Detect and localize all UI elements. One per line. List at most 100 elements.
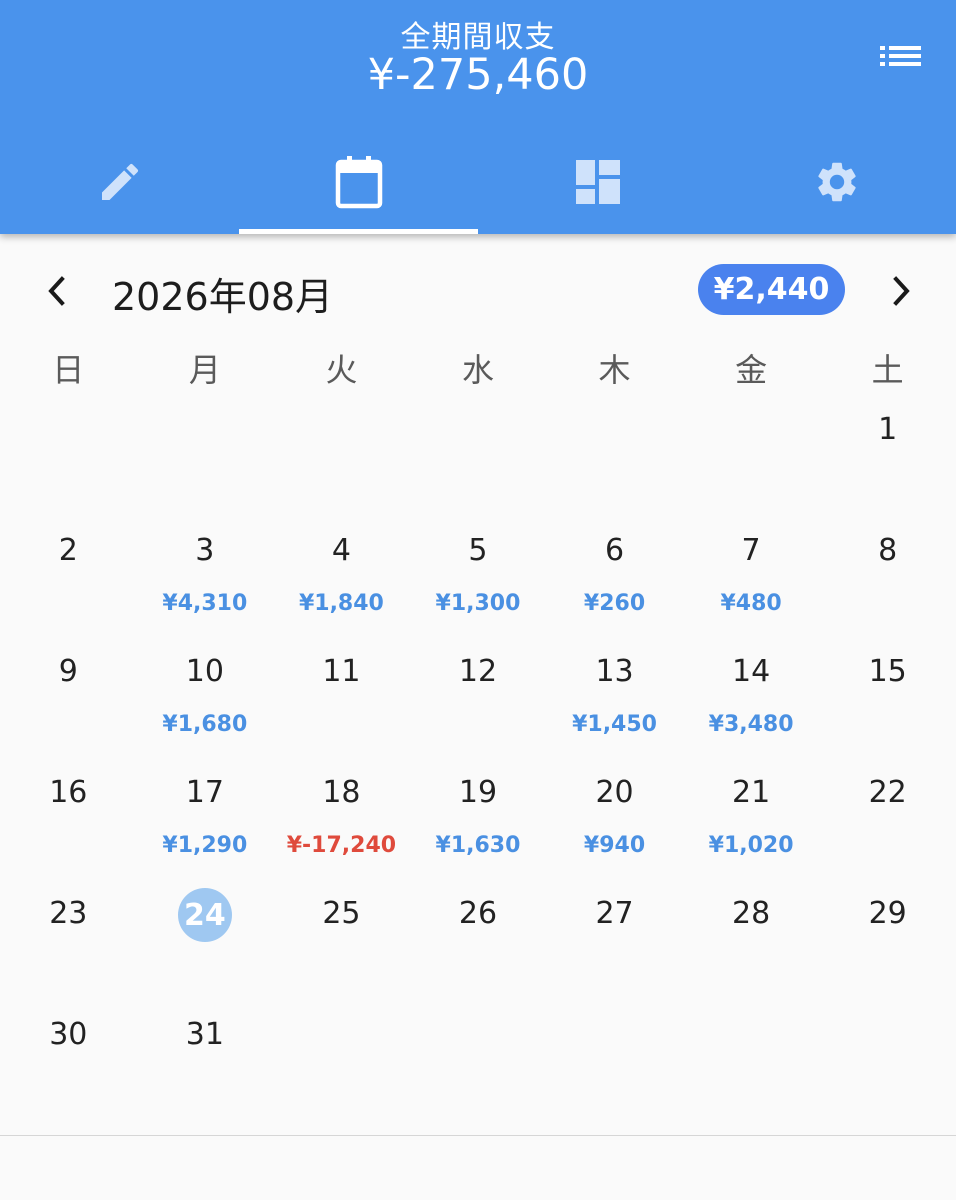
calendar-week-row: 9 10 ¥1,680 11 12 13 ¥1,450 14 ¥3,480 15: [0, 642, 956, 763]
day-number: 20: [595, 775, 634, 810]
calendar-empty-cell: [410, 1005, 547, 1126]
prev-month-button[interactable]: [36, 270, 78, 312]
day-amount: ¥1,680: [162, 712, 248, 737]
calendar-empty-cell: [546, 1005, 683, 1126]
weekday-label: 木: [598, 351, 631, 389]
calendar-day-cell[interactable]: 20 ¥940: [546, 763, 683, 884]
calendar-day-cell[interactable]: 16: [0, 763, 137, 884]
day-amount: ¥260: [583, 591, 646, 616]
calendar-day-cell[interactable]: 22: [819, 763, 956, 884]
calendar-day-cell[interactable]: 26: [410, 884, 547, 1005]
day-number: 27: [595, 896, 634, 931]
calendar-day-cell[interactable]: 9: [0, 642, 137, 763]
day-number: 26: [458, 896, 498, 931]
day-number: 4: [331, 533, 351, 568]
calendar-day-cell[interactable]: 13 ¥1,450: [546, 642, 683, 763]
tab-input[interactable]: [0, 130, 239, 234]
day-number: 5: [468, 533, 488, 568]
chevron-right-icon: [893, 276, 910, 306]
tab-dashboard[interactable]: [478, 130, 717, 234]
day-number: 11: [322, 654, 361, 689]
weekday-label: 土: [871, 351, 904, 389]
today-day-number: 24: [177, 888, 232, 942]
next-month-button[interactable]: [880, 270, 922, 312]
calendar-day-cell[interactable]: 1: [819, 400, 956, 521]
weekday-label: 日: [52, 351, 85, 389]
calendar-day-cell[interactable]: 5 ¥1,300: [410, 521, 547, 642]
day-number: 16: [49, 775, 88, 810]
gear-icon: [817, 162, 856, 202]
day-number: 18: [322, 775, 361, 810]
calendar-day-cell[interactable]: 18 ¥-17,240: [273, 763, 410, 884]
calendar-day-cell[interactable]: 17 ¥1,290: [137, 763, 274, 884]
calendar-day-cell[interactable]: 27: [546, 884, 683, 1005]
day-number: 6: [604, 533, 625, 568]
tab-settings[interactable]: [717, 130, 956, 234]
day-number: 1: [878, 412, 898, 447]
calendar-day-cell[interactable]: 2: [0, 521, 137, 642]
calendar-day-cell[interactable]: 29: [819, 884, 956, 1005]
calendar-day-cell[interactable]: 25: [273, 884, 410, 1005]
calendar-week-row: 1: [0, 400, 956, 521]
day-amount: ¥1,290: [162, 833, 248, 858]
calendar-day-cell[interactable]: 11: [273, 642, 410, 763]
weekday-label: 水: [461, 351, 494, 389]
calendar-day-cell[interactable]: 3 ¥4,310: [137, 521, 274, 642]
day-amount: ¥4,310: [162, 591, 248, 616]
pencil-icon: [101, 163, 138, 200]
calendar-day-cell[interactable]: 6 ¥260: [546, 521, 683, 642]
weekday-label: 火: [325, 351, 358, 389]
total-balance-value: ¥-275,460: [367, 50, 589, 100]
month-total-badge: ¥2,440: [698, 264, 845, 315]
list-icon[interactable]: [874, 40, 926, 76]
calendar-day-cell[interactable]: 23: [0, 884, 137, 1005]
calendar-day-cell[interactable]: 8: [819, 521, 956, 642]
calendar-week-row: 2 3 ¥4,310 4 ¥1,840 5 ¥1,300 6 ¥260 7 ¥480 8: [0, 521, 956, 642]
day-number: 15: [868, 654, 907, 689]
calendar-day-cell[interactable]: 30: [0, 1005, 137, 1126]
calendar-week-row: 30 31: [0, 1005, 956, 1126]
day-number: 13: [595, 654, 634, 689]
calendar-empty-cell: [683, 1005, 820, 1126]
calendar-day-cell[interactable]: 31: [137, 1005, 274, 1126]
month-navigator: 2026年08月 ¥2,440: [0, 258, 956, 324]
tab-active-indicator: [239, 229, 478, 234]
day-amount: ¥1,450: [572, 712, 657, 737]
day-amount: ¥-17,240: [286, 833, 397, 858]
day-number: 29: [868, 896, 907, 931]
calendar-empty-cell: [0, 400, 137, 521]
calendar-empty-cell: [137, 400, 274, 521]
day-number: 9: [58, 654, 78, 689]
day-amount: ¥1,020: [708, 833, 794, 858]
day-amount: ¥3,480: [708, 712, 794, 737]
calendar-day-cell[interactable]: 7 ¥480: [683, 521, 820, 642]
day-number: 17: [185, 775, 224, 810]
weekday-header: 日 月 火 水 木 金 土: [0, 340, 956, 400]
day-number: 22: [868, 775, 907, 810]
calendar-day-cell[interactable]: 14 ¥3,480: [683, 642, 820, 763]
calendar-empty-cell: [819, 1005, 956, 1126]
day-number: 23: [49, 896, 88, 931]
calendar-day-cell[interactable]: 24: [137, 884, 274, 1005]
day-number: 14: [732, 654, 771, 689]
month-title: 2026年08月: [112, 275, 334, 319]
app-bar: 全期間収支 ¥-275,460: [0, 0, 956, 234]
weekday-label: 月: [188, 351, 221, 389]
tab-calendar[interactable]: [239, 130, 478, 234]
dashboard-icon: [575, 160, 620, 204]
calendar-day-cell[interactable]: 10 ¥1,680: [137, 642, 274, 763]
calendar-day-cell[interactable]: 21 ¥1,020: [683, 763, 820, 884]
calendar-day-cell[interactable]: 28: [683, 884, 820, 1005]
calendar-week-row: 16 17 ¥1,290 18 ¥-17,240 19 ¥1,630 20 ¥940 21 ¥1,0…: [0, 763, 956, 884]
calendar-empty-cell: [410, 400, 547, 521]
calendar-day-cell[interactable]: 4 ¥1,840: [273, 521, 410, 642]
day-number: 21: [732, 775, 771, 810]
calendar-week-row: 23 24 25 26 27 28 29: [0, 884, 956, 1005]
calendar-day-cell[interactable]: 19 ¥1,630: [410, 763, 547, 884]
day-number: 25: [322, 896, 361, 931]
calendar-empty-cell: [683, 400, 820, 521]
calendar-day-cell[interactable]: 15: [819, 642, 956, 763]
day-amount: ¥1,300: [435, 591, 521, 616]
day-number: 19: [458, 775, 498, 810]
calendar-day-cell[interactable]: 12: [410, 642, 547, 763]
